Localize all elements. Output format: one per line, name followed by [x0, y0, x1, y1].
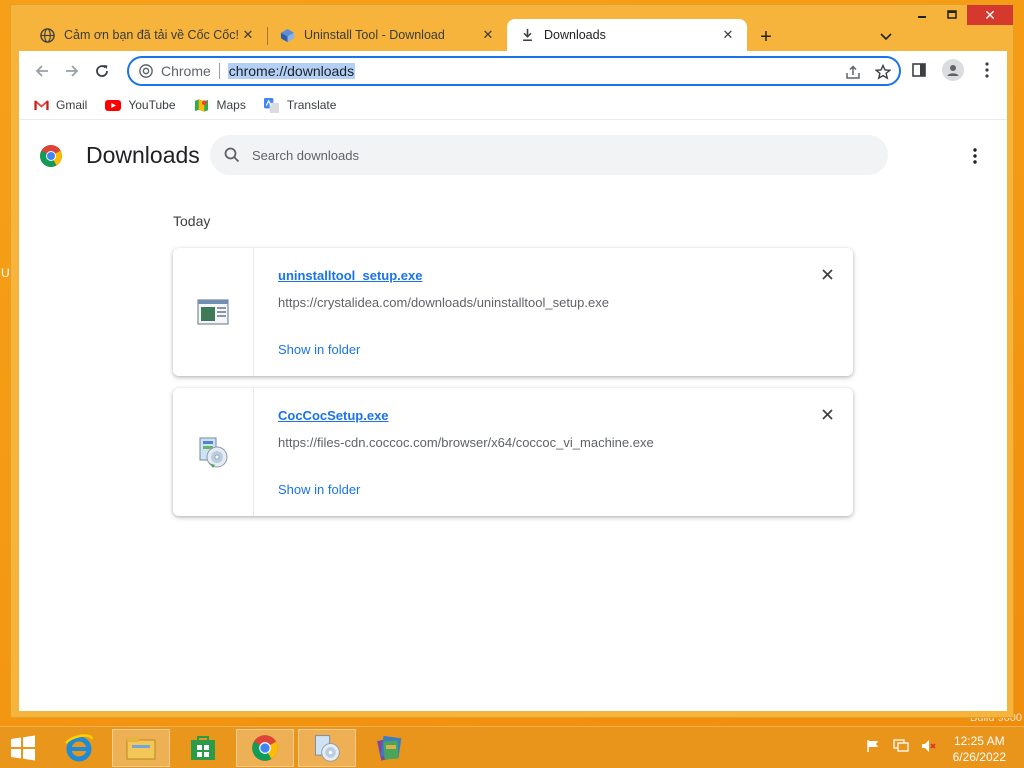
- globe-icon: [39, 27, 55, 43]
- taskbar: 12:25 AM 6/26/2022: [0, 726, 1024, 768]
- internet-explorer-taskbar-icon[interactable]: [50, 729, 108, 767]
- bookmarks-bar: Gmail YouTube Maps Translate: [19, 91, 1007, 119]
- maximize-button[interactable]: [937, 5, 967, 25]
- clock-time: 12:25 AM: [953, 734, 1005, 748]
- file-name-link[interactable]: uninstalltool_setup.exe: [278, 268, 422, 283]
- bookmark-star-icon[interactable]: [873, 62, 893, 82]
- avatar: [942, 59, 964, 81]
- chrome-logo-icon: [39, 144, 63, 168]
- url-text[interactable]: chrome://downloads: [227, 63, 356, 79]
- bookmark-label: Maps: [216, 98, 246, 112]
- new-tab-button[interactable]: +: [755, 27, 777, 49]
- browser-window: Cảm ơn bạn đã tải về Cốc Cốc! ✕ Uninstal…: [10, 4, 1014, 718]
- bookmark-gmail[interactable]: Gmail: [33, 98, 87, 112]
- network-icon[interactable]: [892, 737, 910, 755]
- file-source-url: https://crystalidea.com/downloads/uninst…: [278, 295, 609, 310]
- search-downloads-box[interactable]: [210, 135, 888, 175]
- chrome-page-icon: [139, 64, 153, 78]
- title-bar: Cảm ơn bạn đã tải về Cốc Cốc! ✕ Uninstal…: [11, 5, 1013, 51]
- more-actions-icon[interactable]: [965, 146, 985, 166]
- page-header: Downloads: [19, 120, 1007, 188]
- bookmark-maps[interactable]: Maps: [194, 98, 246, 112]
- tab-downloads[interactable]: Downloads ✕: [507, 19, 747, 51]
- date-section-label: Today: [173, 213, 211, 229]
- file-name-link[interactable]: CocCocSetup.exe: [278, 408, 389, 423]
- show-in-folder-link[interactable]: Show in folder: [278, 482, 360, 497]
- tab-uninstall-tool[interactable]: Uninstall Tool - Download ✕: [267, 19, 507, 51]
- bookmark-label: Translate: [286, 98, 337, 112]
- download-item: CocCocSetup.exe https://files-cdn.coccoc…: [173, 388, 853, 516]
- file-explorer-taskbar-icon[interactable]: [112, 728, 170, 767]
- windows-start-icon[interactable]: [0, 727, 46, 768]
- tab-coccoc[interactable]: Cảm ơn bạn đã tải về Cốc Cốc! ✕: [27, 19, 267, 51]
- page-title: Downloads: [86, 142, 200, 168]
- reload-button[interactable]: [87, 56, 117, 86]
- close-icon[interactable]: ✕: [479, 26, 497, 44]
- clock-date: 6/26/2022: [952, 750, 1006, 764]
- bookmark-translate[interactable]: Translate: [264, 97, 337, 113]
- download-item: uninstalltool_setup.exe https://crystali…: [173, 248, 853, 376]
- close-icon[interactable]: ✕: [719, 26, 737, 44]
- side-panel-icon[interactable]: [905, 56, 933, 84]
- close-icon[interactable]: [819, 406, 835, 422]
- file-icon-column: [173, 248, 254, 376]
- gmail-icon: [33, 98, 49, 112]
- download-icon: [519, 27, 535, 43]
- setup-disc-icon: [196, 435, 230, 469]
- translate-icon: [264, 97, 280, 113]
- forward-button[interactable]: [57, 56, 87, 86]
- profile-button[interactable]: [939, 56, 967, 84]
- uninstall-tool-icon: [279, 27, 295, 43]
- minimize-button[interactable]: [907, 5, 937, 25]
- tab-strip: Cảm ơn bạn đã tải về Cốc Cốc! ✕ Uninstal…: [27, 19, 747, 51]
- file-source-url: https://files-cdn.coccoc.com/browser/x64…: [278, 435, 654, 450]
- downloads-page: Downloads Today: [19, 119, 1007, 711]
- tab-title: Cảm ơn bạn đã tải về Cốc Cốc!: [64, 28, 239, 42]
- installer-window-icon: [197, 298, 229, 326]
- close-icon[interactable]: ✕: [239, 26, 257, 44]
- bookmark-youtube[interactable]: YouTube: [105, 98, 176, 112]
- share-icon[interactable]: [843, 62, 863, 82]
- chevron-down-icon[interactable]: [877, 28, 895, 46]
- close-window-button[interactable]: ✕: [967, 5, 1013, 25]
- chrome-taskbar-icon[interactable]: [236, 728, 294, 767]
- address-divider: [218, 63, 220, 79]
- browser-toolbar: Chrome chrome://downloads: [19, 51, 1007, 91]
- browser-menu-icon[interactable]: [973, 56, 1001, 84]
- close-icon[interactable]: [819, 266, 835, 282]
- desktop-label-left: U: [1, 266, 10, 280]
- maps-icon: [194, 98, 210, 112]
- scheme-label: Chrome: [161, 63, 211, 79]
- youtube-icon: [105, 98, 122, 112]
- show-in-folder-link[interactable]: Show in folder: [278, 342, 360, 357]
- download-details: uninstalltool_setup.exe https://crystali…: [254, 248, 853, 376]
- store-taskbar-icon[interactable]: [174, 729, 232, 767]
- file-icon-column: [173, 388, 254, 516]
- window-controls: ✕: [907, 5, 1013, 25]
- bookmark-label: YouTube: [128, 98, 176, 112]
- setup-taskbar-icon[interactable]: [298, 728, 356, 767]
- search-input[interactable]: [252, 147, 852, 163]
- tab-title: Downloads: [544, 28, 606, 42]
- action-center-flag-icon[interactable]: [864, 737, 882, 755]
- address-bar[interactable]: Chrome chrome://downloads: [127, 56, 901, 86]
- back-button[interactable]: [27, 56, 57, 86]
- tab-title: Uninstall Tool - Download: [304, 28, 445, 42]
- system-tray: [864, 737, 938, 755]
- search-icon: [224, 147, 240, 163]
- volume-muted-icon[interactable]: [920, 737, 938, 755]
- taskbar-clock[interactable]: 12:25 AM 6/26/2022: [953, 733, 1006, 765]
- download-details: CocCocSetup.exe https://files-cdn.coccoc…: [254, 388, 853, 516]
- bookmark-label: Gmail: [56, 98, 88, 112]
- winrar-taskbar-icon[interactable]: [360, 729, 418, 767]
